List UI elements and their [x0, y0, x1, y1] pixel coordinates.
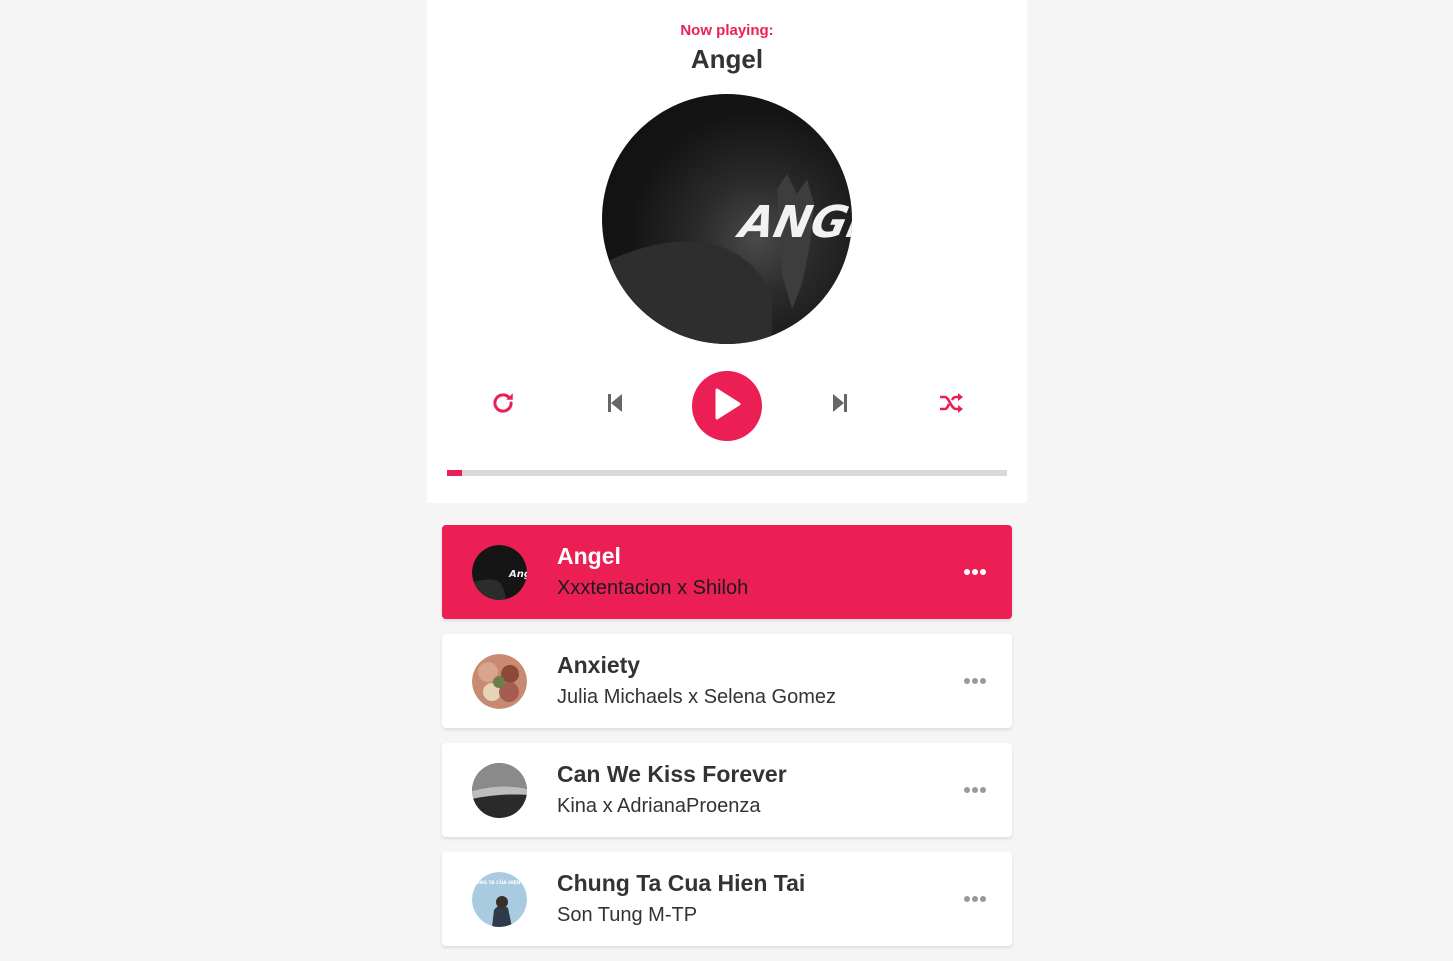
progress-slider[interactable]	[447, 470, 1007, 476]
song-item-chung-ta-cua-hien-tai[interactable]: CHÚNG TA CỦA HIỆN TẠI Chung Ta Cua Hien …	[442, 852, 1012, 946]
shuffle-icon	[938, 392, 964, 419]
repeat-button[interactable]	[483, 385, 523, 425]
play-icon	[712, 387, 742, 426]
song-author: Son Tung M-TP	[557, 904, 698, 926]
ellipsis-icon	[963, 563, 987, 581]
song-item-anxiety[interactable]: Anxiety Julia Michaels x Selena Gomez	[442, 634, 1012, 728]
progress-fill	[447, 470, 463, 476]
ellipsis-icon	[963, 672, 987, 690]
song-thumbnail: CHÚNG TA CỦA HIỆN TẠI	[472, 872, 527, 927]
song-options-button[interactable]	[960, 775, 990, 805]
song-author: Kina x AdrianaProenza	[557, 795, 761, 817]
song-thumbnail	[472, 654, 527, 709]
play-button[interactable]	[692, 371, 762, 441]
step-forward-icon	[831, 392, 849, 419]
playlist: Ange Angel Xxxtentacion x Shiloh Anxiety…	[442, 525, 1012, 961]
song-thumbnail-text: Ange	[508, 569, 527, 580]
song-options-button[interactable]	[960, 666, 990, 696]
random-button[interactable]	[931, 385, 971, 425]
ellipsis-icon	[963, 781, 987, 799]
cd-thumbnail: ANGE	[602, 94, 852, 344]
song-title: Anxiety	[557, 652, 641, 678]
song-thumbnail	[472, 763, 527, 818]
song-title: Chung Ta Cua Hien Tai	[557, 870, 806, 896]
song-title: Can We Kiss Forever	[557, 761, 787, 787]
song-title: Angel	[557, 543, 621, 569]
song-author: Julia Michaels x Selena Gomez	[557, 686, 837, 708]
cd-artwork: ANGE	[602, 174, 852, 344]
song-item-can-we-kiss-forever[interactable]: Can We Kiss Forever Kina x AdrianaProenz…	[442, 743, 1012, 837]
prev-button[interactable]	[595, 385, 635, 425]
ellipsis-icon	[963, 890, 987, 908]
now-playing-label: Now playing:	[680, 22, 774, 39]
cd-art-text: ANGE	[732, 197, 852, 247]
song-thumbnail: Ange	[472, 545, 527, 600]
song-author: Xxxtentacion x Shiloh	[557, 577, 749, 599]
song-options-button[interactable]	[960, 884, 990, 914]
now-playing-title: Angel	[690, 44, 764, 74]
song-options-button[interactable]	[960, 557, 990, 587]
step-backward-icon	[606, 392, 624, 419]
now-playing-panel: Now playing: Angel ANGE	[427, 0, 1027, 503]
repeat-icon	[490, 390, 516, 421]
song-item-angel[interactable]: Ange Angel Xxxtentacion x Shiloh	[442, 525, 1012, 619]
next-button[interactable]	[820, 385, 860, 425]
